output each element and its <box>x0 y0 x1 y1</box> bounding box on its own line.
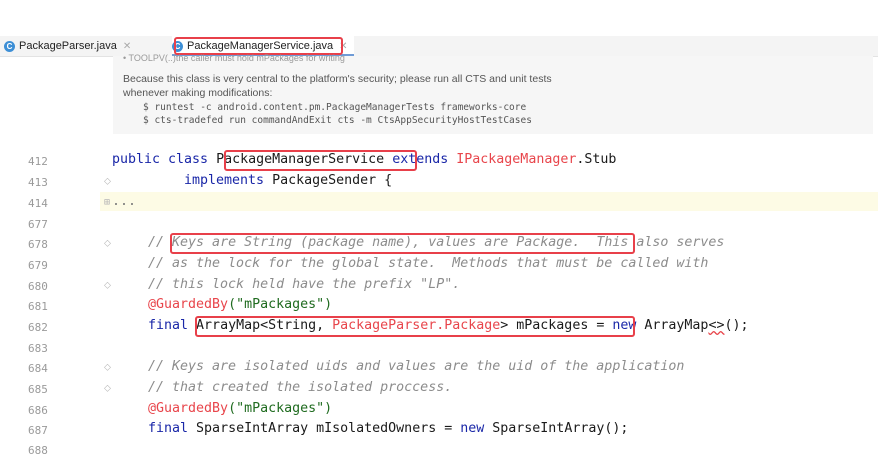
line-number: 678 <box>28 238 48 251</box>
keyword: final <box>148 318 197 333</box>
highlight-box-field <box>195 316 635 337</box>
comment-text: // <box>148 235 173 250</box>
line-number: 677 <box>28 218 48 231</box>
code-text: SparseIntArray mIsolatedOwners = <box>196 421 461 436</box>
highlight-box-comment <box>170 233 635 254</box>
doc-fragment: • TOOLPV(..)the caller must hold mPackag… <box>123 53 345 63</box>
line-number: 685 <box>28 383 48 396</box>
close-icon[interactable]: ✕ <box>123 41 131 52</box>
fold-marker-icon[interactable]: ⬦ <box>104 362 111 373</box>
fold-marker-icon[interactable]: ⬦ <box>104 280 111 291</box>
fold-marker-icon[interactable]: ⬦ <box>104 383 111 394</box>
keyword: new <box>460 421 493 436</box>
current-line-highlight <box>100 192 878 211</box>
annotation-value: ("mPackages") <box>228 297 333 312</box>
code-line-414-folded[interactable]: ... <box>112 194 136 209</box>
code-line-681[interactable]: @GuardedBy("mPackages") <box>148 297 332 312</box>
line-number: 414 <box>28 197 48 210</box>
line-number: 687 <box>28 424 48 437</box>
doc-line: whenever making modifications: <box>123 87 273 99</box>
line-number: 688 <box>28 444 48 457</box>
interface-name: IPackageManager <box>456 152 577 167</box>
code-line-687[interactable]: final SparseIntArray mIsolatedOwners = n… <box>148 421 628 436</box>
keyword: public class <box>112 152 217 167</box>
line-number: 684 <box>28 362 48 375</box>
fold-expand-icon[interactable]: ⊞ <box>104 197 110 208</box>
diamond-operator: <> <box>708 318 725 333</box>
line-number: 412 <box>28 155 48 168</box>
code-text: PackageSender { <box>272 173 393 188</box>
code-text: .Stub <box>576 152 617 167</box>
doc-command: $ runtest -c android.content.pm.PackageM… <box>143 102 527 113</box>
line-number: 686 <box>28 404 48 417</box>
doc-command: $ cts-tradefed run commandAndExit cts -m… <box>143 115 532 126</box>
code-line-685[interactable]: // that created the isolated proccess. <box>148 380 452 395</box>
line-number: 681 <box>28 300 48 313</box>
code-text: SparseIntArray(); <box>492 421 629 436</box>
annotation: @GuardedBy <box>148 297 229 312</box>
code-line-413[interactable]: implements PackageSender { <box>184 173 392 188</box>
line-number: 679 <box>28 259 48 272</box>
code-line-680[interactable]: // this lock held have the prefix "LP". <box>148 277 460 292</box>
code-line-679[interactable]: // as the lock for the global state. Met… <box>148 256 708 271</box>
keyword: implements <box>184 173 273 188</box>
annotation: @GuardedBy <box>148 401 229 416</box>
line-number: 682 <box>28 321 48 334</box>
class-icon: C <box>4 40 15 52</box>
annotation-value: ("mPackages") <box>228 401 333 416</box>
line-number: 680 <box>28 280 48 293</box>
rendered-javadoc: • TOOLPV(..)the caller must hold mPackag… <box>113 53 873 134</box>
fold-marker-icon[interactable]: ⬦ <box>104 238 111 249</box>
line-number: 683 <box>28 342 48 355</box>
code-text: (); <box>724 318 749 333</box>
doc-line: Because this class is very central to th… <box>123 73 552 85</box>
code-line-686[interactable]: @GuardedBy("mPackages") <box>148 401 332 416</box>
code-line-684[interactable]: // Keys are isolated uids and values are… <box>148 359 684 374</box>
fold-marker-icon[interactable]: ⬦ <box>104 176 111 187</box>
line-number: 413 <box>28 176 48 189</box>
highlight-box-class-name <box>224 150 417 171</box>
keyword: final <box>148 421 197 436</box>
type-name: ArrayMap <box>644 318 709 333</box>
tab-label: PackageParser.java <box>19 40 117 52</box>
